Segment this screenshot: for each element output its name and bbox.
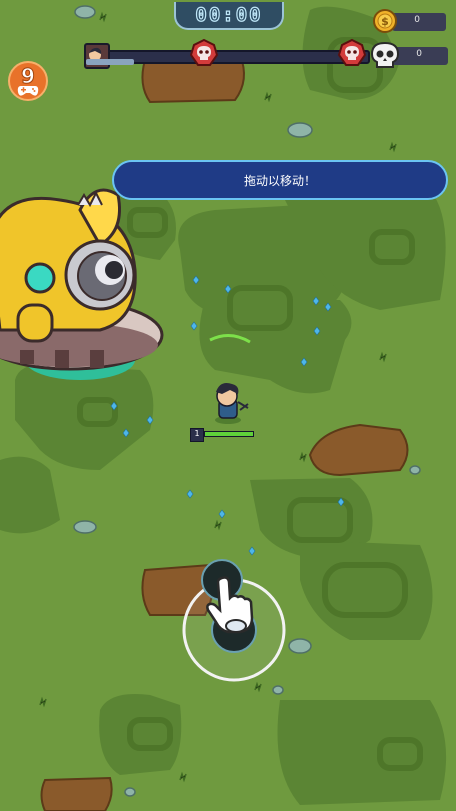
player-tag — [86, 59, 134, 65]
player-hp-fill — [205, 432, 253, 436]
player-level-value: 1 — [194, 429, 200, 438]
wave-progress — [84, 38, 374, 69]
wave-progress-track — [104, 50, 370, 64]
drag-hint-banner: 拖动以移动！ — [112, 160, 448, 200]
coin-counter: 0 $ — [372, 8, 448, 34]
coin-count: 0 — [414, 15, 420, 25]
boss-skull-marker-icon — [189, 38, 219, 66]
player-status: 1 — [190, 428, 254, 442]
tap-hand-icon — [206, 576, 254, 634]
gamepad-icon — [17, 86, 39, 96]
coin-icon: $ — [373, 9, 397, 33]
skull-icon — [370, 41, 400, 68]
level-badge[interactable]: 9 — [8, 61, 48, 101]
coin-panel: 0 — [392, 13, 446, 31]
match-timer: 00:00 — [174, 2, 284, 30]
player-hp-track — [204, 431, 254, 437]
svg-text:$: $ — [381, 15, 389, 28]
kill-count: 0 — [416, 49, 422, 59]
virtual-joystick[interactable] — [182, 558, 288, 684]
drag-hint-text: 拖动以移动！ — [243, 173, 316, 188]
player-avatar — [84, 43, 110, 69]
game-field[interactable] — [0, 0, 456, 811]
kill-panel: 0 — [392, 47, 448, 65]
boss-skull-marker-icon — [337, 38, 367, 66]
kill-counter: 0 — [370, 41, 450, 69]
timer-text: 00:00 — [195, 3, 263, 26]
player-level-box: 1 — [190, 428, 204, 442]
